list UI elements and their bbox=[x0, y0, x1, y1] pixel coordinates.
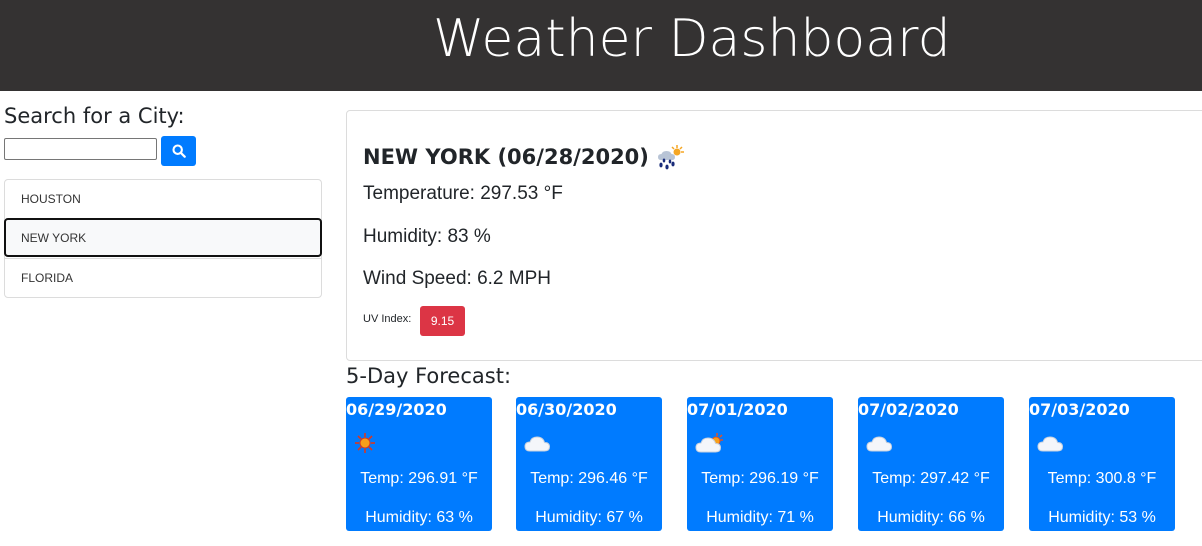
forecast-date: 07/02/2020 bbox=[858, 400, 959, 419]
current-city-heading: NEW YORK (06/28/2020) bbox=[363, 143, 687, 171]
uv-index-badge: 9.15 bbox=[420, 306, 465, 336]
forecast-card: 06/30/2020 Temp: 296.46 °F Humidity: 67 … bbox=[516, 397, 662, 531]
app-title: Weather Dashboard bbox=[433, 9, 951, 69]
forecast-humidity: Humidity: 71 % bbox=[706, 509, 814, 526]
search-button[interactable] bbox=[161, 136, 196, 166]
forecast-humidity: Humidity: 66 % bbox=[877, 509, 985, 526]
app-header: Weather Dashboard bbox=[0, 0, 1202, 91]
current-city-title: NEW YORK (06/28/2020) bbox=[363, 145, 649, 169]
forecast-temp: Temp: 297.42 °F bbox=[872, 470, 990, 487]
current-temperature: Temperature: 297.53 °F bbox=[363, 183, 563, 204]
city-history-list: HOUSTON NEW YORK FLORIDA bbox=[4, 179, 322, 298]
cloud-icon bbox=[866, 431, 896, 455]
search-input[interactable] bbox=[4, 138, 157, 160]
city-item-new-york[interactable]: NEW YORK bbox=[4, 218, 322, 257]
search-label: Search for a City: bbox=[4, 104, 185, 128]
forecast-title: 5-Day Forecast: bbox=[346, 364, 512, 388]
forecast-humidity: Humidity: 63 % bbox=[365, 509, 473, 526]
forecast-date: 06/29/2020 bbox=[346, 400, 447, 419]
forecast-date: 07/01/2020 bbox=[687, 400, 788, 419]
current-weather-card: NEW YORK (06/28/2020) Temperature: 297.5… bbox=[346, 110, 1202, 361]
forecast-temp: Temp: 296.91 °F bbox=[360, 470, 478, 487]
city-item-houston[interactable]: HOUSTON bbox=[5, 180, 321, 219]
forecast-date: 07/03/2020 bbox=[1029, 400, 1130, 419]
forecast-temp: Temp: 296.19 °F bbox=[701, 470, 819, 487]
rain-sun-icon bbox=[655, 143, 687, 171]
uv-index-label: UV Index: bbox=[363, 313, 412, 325]
forecast-humidity: Humidity: 67 % bbox=[535, 509, 643, 526]
cloud-icon bbox=[1037, 431, 1067, 455]
forecast-card: 07/01/2020 Temp: 296.19 °F Humidity: 71 … bbox=[687, 397, 833, 531]
city-item-florida[interactable]: FLORIDA bbox=[5, 258, 321, 297]
forecast-humidity: Humidity: 53 % bbox=[1048, 509, 1156, 526]
forecast-card: 07/03/2020 Temp: 300.8 °F Humidity: 53 % bbox=[1029, 397, 1175, 531]
partly-cloudy-icon bbox=[695, 431, 725, 455]
forecast-temp: Temp: 300.8 °F bbox=[1047, 470, 1157, 487]
current-wind-speed: Wind Speed: 6.2 MPH bbox=[363, 268, 551, 289]
forecast-card: 07/02/2020 Temp: 297.42 °F Humidity: 66 … bbox=[858, 397, 1004, 531]
sun-icon bbox=[354, 431, 384, 455]
forecast-temp: Temp: 296.46 °F bbox=[530, 470, 648, 487]
forecast-card: 06/29/2020 Temp: 296.91 °F Humidity: 63 … bbox=[346, 397, 492, 531]
cloud-icon bbox=[524, 431, 554, 455]
current-humidity: Humidity: 83 % bbox=[363, 226, 491, 247]
search-icon bbox=[171, 144, 186, 158]
forecast-date: 06/30/2020 bbox=[516, 400, 617, 419]
